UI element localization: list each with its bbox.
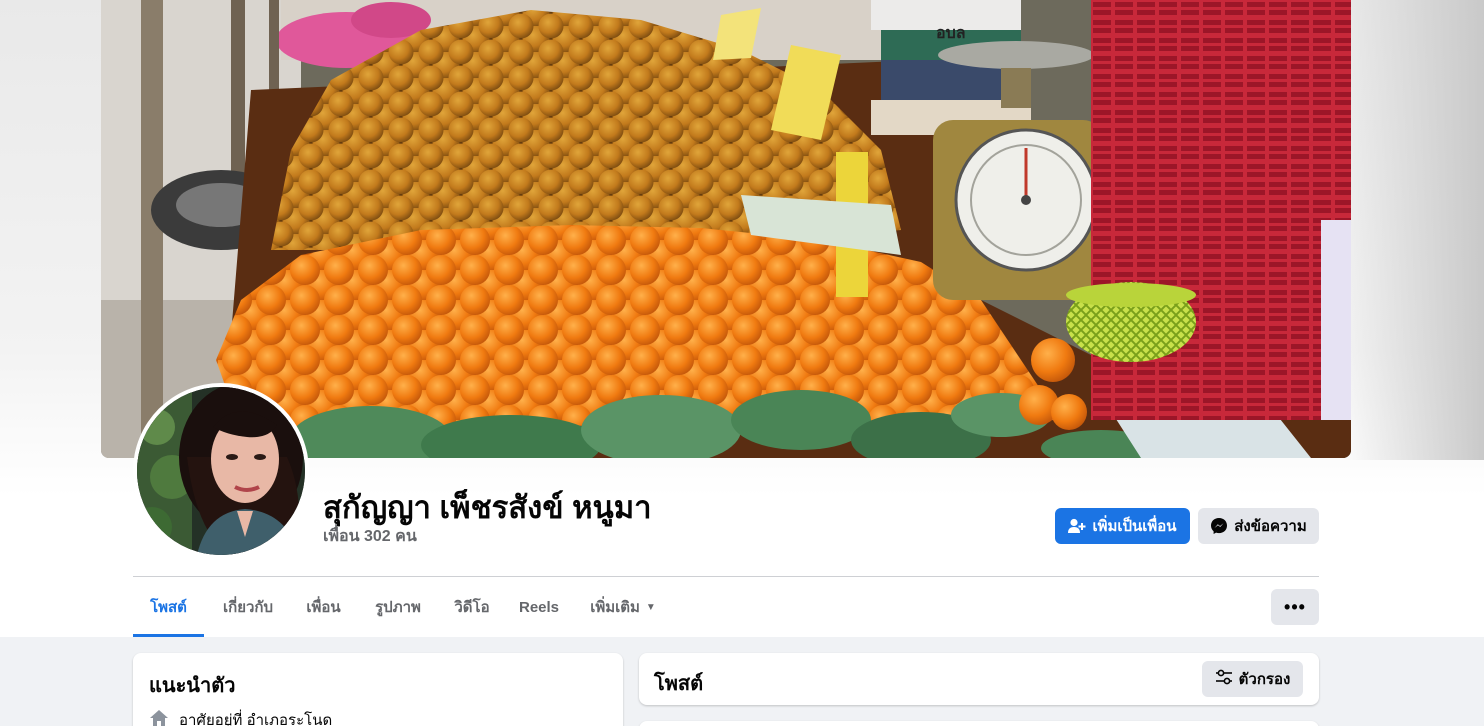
posts-header-card: โพสต์ ตัวกรอง xyxy=(639,653,1319,705)
avatar-photo xyxy=(137,387,305,555)
tab-more-label: เพิ่มเติม xyxy=(590,599,640,616)
profile-avatar[interactable] xyxy=(133,383,309,559)
message-button[interactable]: ส่งข้อความ xyxy=(1198,508,1319,544)
filter-sliders-icon xyxy=(1215,669,1233,689)
tab-videos-label: วิดีโอ xyxy=(454,599,490,616)
add-friend-icon xyxy=(1068,518,1086,534)
add-friend-button[interactable]: เพิ่มเป็นเพื่อน xyxy=(1055,508,1190,544)
tab-friends[interactable]: เพื่อน xyxy=(296,577,351,637)
tab-reels-label: Reels xyxy=(518,598,560,616)
tab-reels[interactable]: Reels xyxy=(513,577,565,637)
messenger-icon xyxy=(1210,517,1228,535)
posts-title: โพสต์ xyxy=(654,673,704,695)
next-post-card xyxy=(639,721,1319,726)
tab-videos[interactable]: วิดีโอ xyxy=(444,577,500,637)
tab-about[interactable]: เกี่ยวกับ xyxy=(213,577,283,637)
friends-count[interactable]: เพื่อน 302 คน xyxy=(323,524,417,549)
caret-down-icon: ▼ xyxy=(645,601,656,613)
header-shade xyxy=(1344,0,1484,460)
tab-posts-label: โพสต์ xyxy=(150,599,187,616)
tab-about-label: เกี่ยวกับ xyxy=(222,599,274,616)
intro-lives-in: อาศัยอยู่ที่ อำเภอระโนด xyxy=(149,708,332,726)
tab-photos[interactable]: รูปภาพ xyxy=(365,577,431,637)
cover-photo[interactable]: อบล xyxy=(101,0,1351,458)
ellipsis-icon: ••• xyxy=(1284,596,1306,617)
intro-card: แนะนำตัว อาศัยอยู่ที่ อำเภอระโนด xyxy=(133,653,623,726)
filter-label: ตัวกรอง xyxy=(1238,671,1291,688)
filter-button[interactable]: ตัวกรอง xyxy=(1202,661,1303,697)
scale-box-label: อบล xyxy=(936,25,966,42)
message-label: ส่งข้อความ xyxy=(1234,518,1307,535)
intro-title: แนะนำตัว xyxy=(149,675,236,697)
tab-more[interactable]: เพิ่มเติม ▼ xyxy=(581,577,665,637)
tab-photos-label: รูปภาพ xyxy=(375,599,421,616)
add-friend-label: เพิ่มเป็นเพื่อน xyxy=(1092,518,1177,535)
tab-friends-label: เพื่อน xyxy=(306,599,341,616)
home-icon xyxy=(149,708,169,726)
more-options-button[interactable]: ••• xyxy=(1271,589,1319,625)
intro-lives-in-text: อาศัยอยู่ที่ อำเภอระโนด xyxy=(179,712,333,726)
tab-posts[interactable]: โพสต์ xyxy=(133,577,204,637)
